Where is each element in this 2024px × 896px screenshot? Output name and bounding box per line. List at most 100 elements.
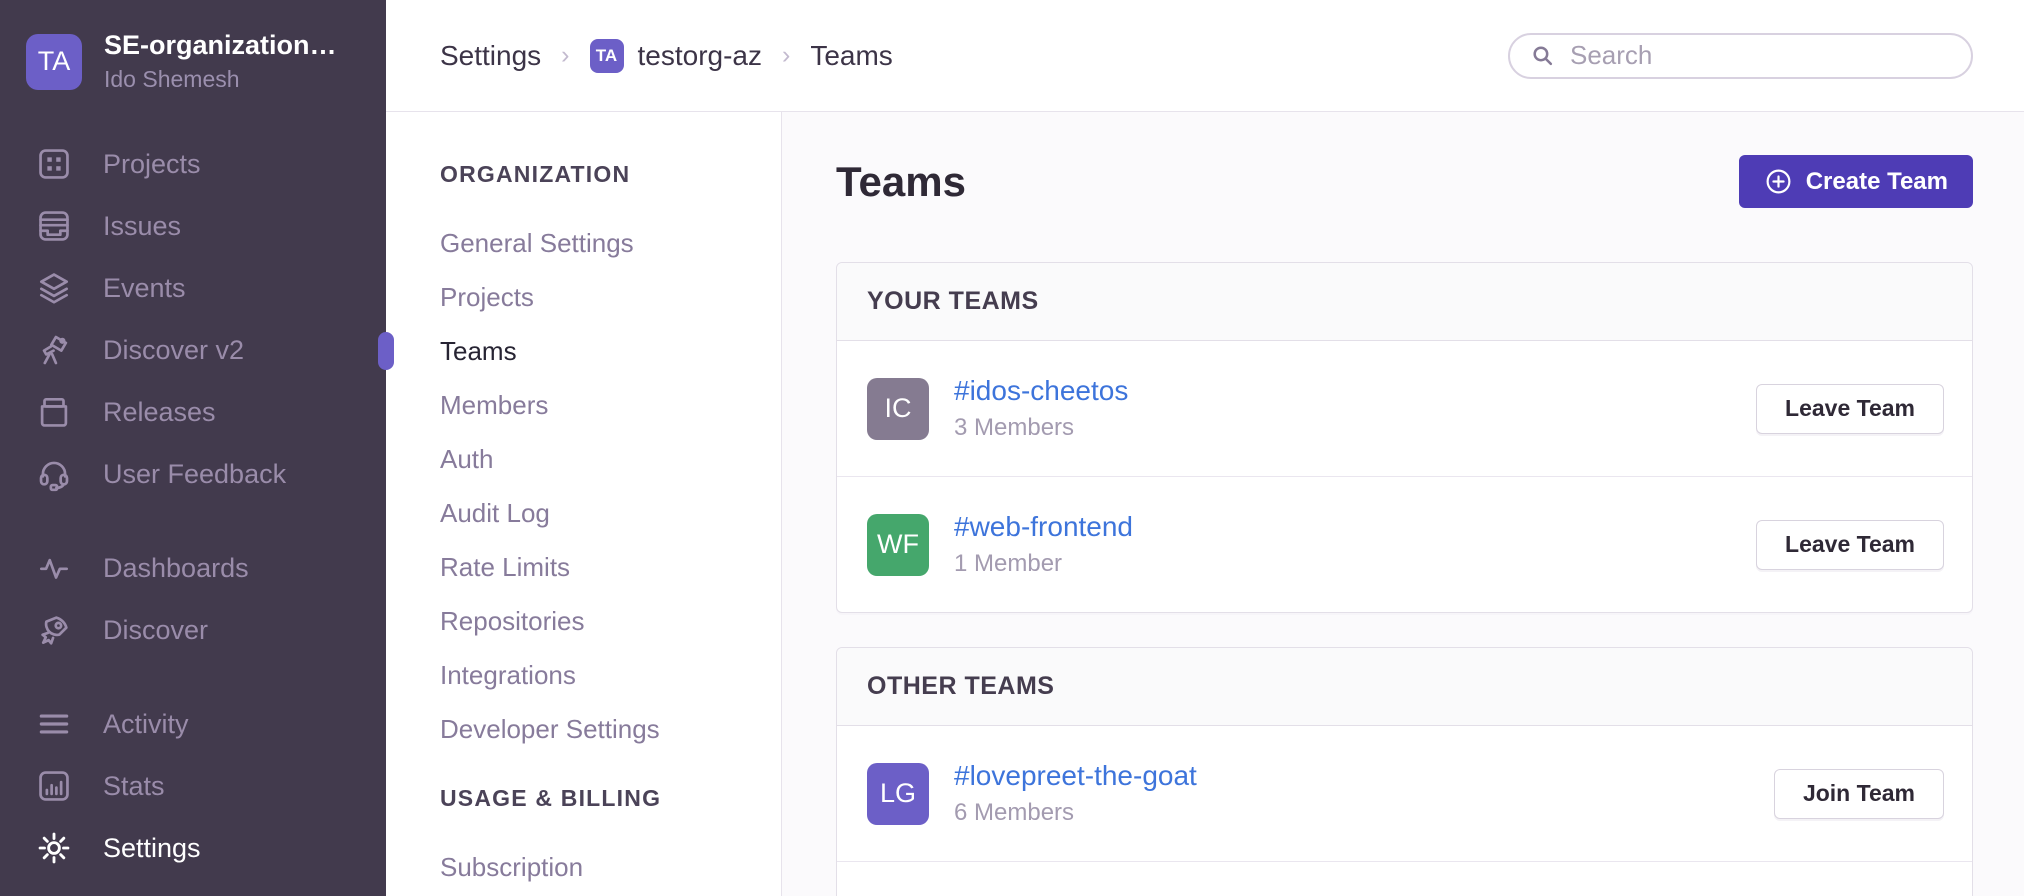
- nav-item-developer-settings[interactable]: Developer Settings: [440, 714, 781, 744]
- title-row: Teams Create Team: [836, 155, 1973, 208]
- sidebar-nav-group-primary: Projects Issues Events: [0, 133, 386, 505]
- headset-icon: [35, 455, 73, 493]
- sidebar-item-dashboards[interactable]: Dashboards: [0, 537, 386, 599]
- breadcrumb-org[interactable]: TA testorg-az: [590, 39, 763, 73]
- chevron-right-icon: ›: [782, 41, 790, 70]
- nav-item-auth[interactable]: Auth: [440, 444, 781, 474]
- create-team-button[interactable]: Create Team: [1739, 155, 1973, 208]
- chevron-right-icon: ›: [561, 41, 569, 70]
- active-nav-indicator: [378, 332, 394, 370]
- panel-heading-your-teams: YOUR TEAMS: [837, 263, 1972, 341]
- create-team-label: Create Team: [1806, 168, 1948, 196]
- teams-main: Teams Create Team YOUR TEAMS IC #idos-c: [782, 112, 2024, 896]
- search-input[interactable]: [1570, 40, 1951, 71]
- list-lines-icon: [35, 705, 73, 743]
- settings-nav: ORGANIZATION General Settings Projects T…: [386, 112, 782, 896]
- nav-item-teams[interactable]: Teams: [440, 336, 781, 366]
- right-column: Settings › TA testorg-az › Teams ORGANIZ…: [386, 0, 2024, 896]
- plus-circle-icon: [1764, 167, 1793, 196]
- page-title: Teams: [836, 158, 966, 206]
- sidebar-item-label: Issues: [103, 211, 181, 242]
- nav-item-members[interactable]: Members: [440, 390, 781, 420]
- pulse-icon: [35, 549, 73, 587]
- other-teams-panel: OTHER TEAMS LG #lovepreet-the-goat 6 Mem…: [836, 647, 1973, 896]
- sidebar-item-discover[interactable]: Discover: [0, 599, 386, 661]
- team-info: #lovepreet-the-goat 6 Members: [954, 760, 1774, 827]
- team-info: #web-frontend 1 Member: [954, 511, 1756, 578]
- events-layers-icon: [35, 269, 73, 307]
- search-box[interactable]: [1508, 33, 1973, 79]
- sidebar-item-label: Dashboards: [103, 553, 249, 584]
- join-team-button[interactable]: Join Team: [1774, 769, 1944, 819]
- sidebar-item-label: Events: [103, 273, 186, 304]
- sidebar-item-label: Settings: [103, 833, 201, 864]
- sidebar-item-label: Projects: [103, 149, 201, 180]
- nav-item-repositories[interactable]: Repositories: [440, 606, 781, 636]
- team-name-link[interactable]: #idos-cheetos: [954, 375, 1128, 407]
- search-icon: [1530, 43, 1555, 68]
- team-row-lovepreet-the-goat: LG #lovepreet-the-goat 6 Members Join Te…: [837, 726, 1972, 861]
- team-row-idos-cheetos: IC #idos-cheetos 3 Members Leave Team: [837, 341, 1972, 476]
- nav-item-general-settings[interactable]: General Settings: [440, 228, 781, 258]
- sidebar-item-label: Discover v2: [103, 335, 244, 366]
- org-avatar[interactable]: TA: [26, 34, 82, 90]
- team-name-link[interactable]: #web-frontend: [954, 511, 1133, 543]
- nav-item-subscription[interactable]: Subscription: [440, 852, 781, 882]
- sidebar-item-label: Activity: [103, 709, 189, 740]
- org-switcher[interactable]: TA SE-organization… Ido Shemesh: [0, 0, 386, 93]
- user-name: Ido Shemesh: [104, 66, 337, 93]
- rocket-icon: [35, 611, 73, 649]
- gear-icon: [35, 829, 73, 867]
- team-member-count: 1 Member: [954, 550, 1756, 578]
- sidebar-item-label: Stats: [103, 771, 165, 802]
- sidebar-item-issues[interactable]: Issues: [0, 195, 386, 257]
- org-name: SE-organization…: [104, 30, 337, 61]
- issues-tray-icon: [35, 207, 73, 245]
- settings-content: ORGANIZATION General Settings Projects T…: [386, 112, 2024, 896]
- nav-item-projects[interactable]: Projects: [440, 282, 781, 312]
- leave-team-button[interactable]: Leave Team: [1756, 520, 1944, 570]
- breadcrumb-org-label: testorg-az: [638, 40, 763, 72]
- nav-section-heading-usage-billing: USAGE & BILLING: [440, 784, 781, 812]
- breadcrumb-settings[interactable]: Settings: [440, 40, 541, 72]
- nav-section-heading-organization: ORGANIZATION: [440, 160, 781, 188]
- team-info: #idos-cheetos 3 Members: [954, 375, 1756, 442]
- team-member-count: 6 Members: [954, 799, 1774, 827]
- sidebar-item-projects[interactable]: Projects: [0, 133, 386, 195]
- sidebar-item-stats[interactable]: Stats: [0, 755, 386, 817]
- sidebar-item-settings[interactable]: Settings: [0, 817, 386, 879]
- nav-item-rate-limits[interactable]: Rate Limits: [440, 552, 781, 582]
- sidebar-item-discover-v2[interactable]: Discover v2: [0, 319, 386, 381]
- bar-chart-icon: [35, 767, 73, 805]
- team-member-count: 3 Members: [954, 414, 1756, 442]
- team-avatar: IC: [867, 378, 929, 440]
- team-name-link[interactable]: #lovepreet-the-goat: [954, 760, 1197, 792]
- breadcrumb: Settings › TA testorg-az › Teams: [440, 39, 893, 73]
- sidebar-item-label: User Feedback: [103, 459, 286, 490]
- projects-grid-icon: [35, 145, 73, 183]
- team-avatar: LG: [867, 763, 929, 825]
- leave-team-button[interactable]: Leave Team: [1756, 384, 1944, 434]
- sidebar-item-events[interactable]: Events: [0, 257, 386, 319]
- panel-heading-other-teams: OTHER TEAMS: [837, 648, 1972, 726]
- telescope-icon: [35, 331, 73, 369]
- nav-item-integrations[interactable]: Integrations: [440, 660, 781, 690]
- team-row-web-frontend: WF #web-frontend 1 Member Leave Team: [837, 476, 1972, 612]
- sidebar-item-label: Discover: [103, 615, 208, 646]
- sidebar-nav-group-secondary: Dashboards Discover: [0, 537, 386, 661]
- breadcrumb-page: Teams: [810, 40, 892, 72]
- sidebar-item-releases[interactable]: Releases: [0, 381, 386, 443]
- archive-box-icon: [35, 393, 73, 431]
- your-teams-panel: YOUR TEAMS IC #idos-cheetos 3 Members Le…: [836, 262, 1973, 613]
- app-sidebar: TA SE-organization… Ido Shemesh Projects: [0, 0, 386, 896]
- sidebar-nav-group-tertiary: Activity Stats: [0, 693, 386, 817]
- sidebar-item-label: Releases: [103, 397, 216, 428]
- org-badge: TA: [590, 39, 624, 73]
- top-header: Settings › TA testorg-az › Teams: [386, 0, 2024, 112]
- team-avatar: WF: [867, 514, 929, 576]
- nav-item-audit-log[interactable]: Audit Log: [440, 498, 781, 528]
- org-meta: SE-organization… Ido Shemesh: [104, 30, 337, 93]
- sidebar-item-user-feedback[interactable]: User Feedback: [0, 443, 386, 505]
- sidebar-item-activity[interactable]: Activity: [0, 693, 386, 755]
- team-row-partial: [837, 861, 1972, 896]
